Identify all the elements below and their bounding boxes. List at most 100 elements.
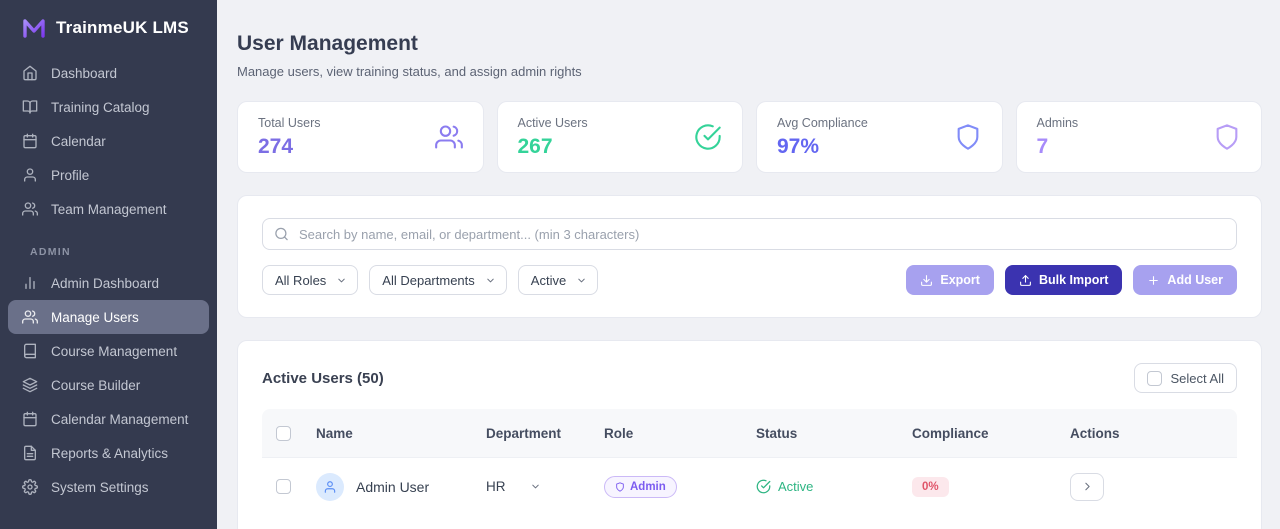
sidebar-item-label: Course Builder: [51, 377, 141, 393]
sidebar-item-profile[interactable]: Profile: [8, 158, 209, 192]
sidebar-item-manage-users[interactable]: Manage Users: [8, 300, 209, 334]
column-header-actions: Actions: [1070, 425, 1120, 441]
sidebar-item-calendar-management[interactable]: Calendar Management: [8, 402, 209, 436]
page-title: User Management: [237, 32, 418, 55]
sidebar-item-label: Calendar Management: [51, 411, 189, 427]
main-content: User Management Manage users, view train…: [217, 0, 1280, 529]
sidebar-item-course-builder[interactable]: Course Builder: [8, 368, 209, 402]
download-icon: [920, 274, 933, 287]
status-label: Active: [778, 479, 814, 494]
page-subtitle: Manage users, view training status, and …: [237, 64, 582, 79]
plus-icon: [1147, 274, 1160, 287]
users-table-panel: Active Users (50) Select All Name Depart…: [237, 340, 1262, 529]
role-badge: Admin: [604, 475, 677, 498]
table-header-bar: Active Users (50) Select All: [262, 363, 1237, 393]
shield-icon: [1213, 123, 1241, 151]
stat-card-total-users: Total Users 274: [237, 101, 484, 173]
sidebar-item-label: Admin Dashboard: [51, 275, 160, 291]
users-icon: [434, 123, 463, 151]
sidebar-item-label: Reports & Analytics: [51, 445, 169, 461]
stats-row: Total Users 274 Active Users 267 Avg Com…: [237, 101, 1262, 173]
sidebar-item-system-settings[interactable]: System Settings: [8, 470, 209, 504]
chevron-down-icon: [336, 275, 347, 286]
bulk-import-button[interactable]: Bulk Import: [1004, 265, 1123, 295]
column-header-status: Status: [756, 425, 798, 441]
sidebar-item-course-management[interactable]: Course Management: [8, 334, 209, 368]
role-badge-label: Admin: [630, 480, 666, 493]
upload-icon: [1019, 274, 1032, 287]
home-icon: [22, 65, 38, 81]
shield-icon: [615, 481, 625, 492]
user-icon: [22, 167, 38, 183]
export-button[interactable]: Export: [906, 265, 994, 295]
sidebar-item-reports-analytics[interactable]: Reports & Analytics: [8, 436, 209, 470]
department-select[interactable]: HR: [486, 479, 541, 494]
column-header-compliance: Compliance: [912, 425, 989, 441]
column-header-name: Name: [316, 425, 353, 441]
stat-label: Active Users: [517, 115, 588, 130]
roles-filter[interactable]: All Roles: [262, 265, 359, 295]
header-checkbox[interactable]: [276, 425, 291, 441]
users-icon: [22, 309, 38, 325]
calendar-icon: [22, 133, 38, 149]
check-circle-icon: [694, 123, 722, 151]
users-icon: [22, 201, 38, 217]
departments-filter-value: All Departments: [382, 272, 475, 288]
user-name: Admin User: [356, 478, 430, 495]
book-icon: [22, 343, 38, 359]
gear-icon: [22, 479, 38, 495]
stat-card-avg-compliance: Avg Compliance 97%: [756, 101, 1003, 173]
sidebar-item-label: Dashboard: [51, 65, 118, 81]
table-row: Admin User HR Admin Active 0%: [262, 457, 1237, 515]
book-open-icon: [22, 99, 38, 115]
chevron-down-icon: [576, 275, 587, 286]
stat-label: Avg Compliance: [777, 115, 868, 130]
sidebar-item-label: Course Management: [51, 343, 178, 359]
select-all-button[interactable]: Select All: [1133, 363, 1237, 393]
stat-card-admins: Admins 7: [1015, 101, 1262, 173]
logo-icon: [22, 16, 46, 40]
sidebar-item-admin-dashboard[interactable]: Admin Dashboard: [8, 266, 209, 300]
table-title: Active Users (50): [262, 369, 384, 387]
sidebar-item-label: System Settings: [51, 479, 149, 495]
departments-filter[interactable]: All Departments: [369, 265, 507, 295]
select-all-checkbox[interactable]: [1146, 370, 1162, 386]
sidebar: TrainmeUK LMS Dashboard Training Catalog…: [0, 0, 217, 529]
column-header-role: Role: [604, 425, 634, 441]
sidebar-item-training-catalog[interactable]: Training Catalog: [8, 90, 209, 124]
sidebar-nav: Dashboard Training Catalog Calendar Prof…: [0, 52, 217, 504]
stat-label: Total Users: [258, 115, 321, 130]
sidebar-item-calendar[interactable]: Calendar: [8, 124, 209, 158]
export-button-label: Export: [940, 273, 980, 287]
row-checkbox[interactable]: [276, 479, 291, 494]
sidebar-item-label: Profile: [51, 167, 90, 183]
stat-value: 7: [1036, 134, 1049, 158]
row-actions-button[interactable]: [1070, 472, 1104, 501]
stat-card-active-users: Active Users 267: [496, 101, 743, 173]
bulk-import-button-label: Bulk Import: [1038, 273, 1109, 287]
stat-value: 267: [517, 134, 553, 158]
chevron-down-icon: [485, 275, 496, 286]
status-cell: Active: [756, 479, 912, 494]
select-all-label: Select All: [1170, 370, 1224, 386]
stat-value: 97%: [777, 134, 820, 158]
logo-text: TrainmeUK LMS: [56, 18, 189, 37]
filters-panel: All Roles All Departments Active Export …: [237, 195, 1262, 318]
sidebar-item-label: Manage Users: [51, 309, 139, 325]
table-column-headers: Name Department Role Status Compliance A…: [262, 409, 1237, 457]
chevron-right-icon: [1081, 480, 1094, 493]
add-user-button[interactable]: Add User: [1133, 265, 1237, 295]
search-bar: [262, 218, 1237, 250]
sidebar-item-dashboard[interactable]: Dashboard: [8, 56, 209, 90]
roles-filter-value: All Roles: [275, 272, 327, 288]
search-icon: [274, 227, 289, 242]
add-user-button-label: Add User: [1167, 273, 1223, 287]
sidebar-item-team-management[interactable]: Team Management: [8, 192, 209, 226]
logo: TrainmeUK LMS: [0, 0, 217, 52]
chevron-down-icon: [530, 481, 541, 492]
stat-label: Admins: [1036, 115, 1079, 130]
bar-chart-icon: [22, 275, 38, 291]
search-input[interactable]: [262, 218, 1237, 250]
shield-icon: [954, 123, 982, 151]
status-filter[interactable]: Active: [517, 265, 599, 295]
